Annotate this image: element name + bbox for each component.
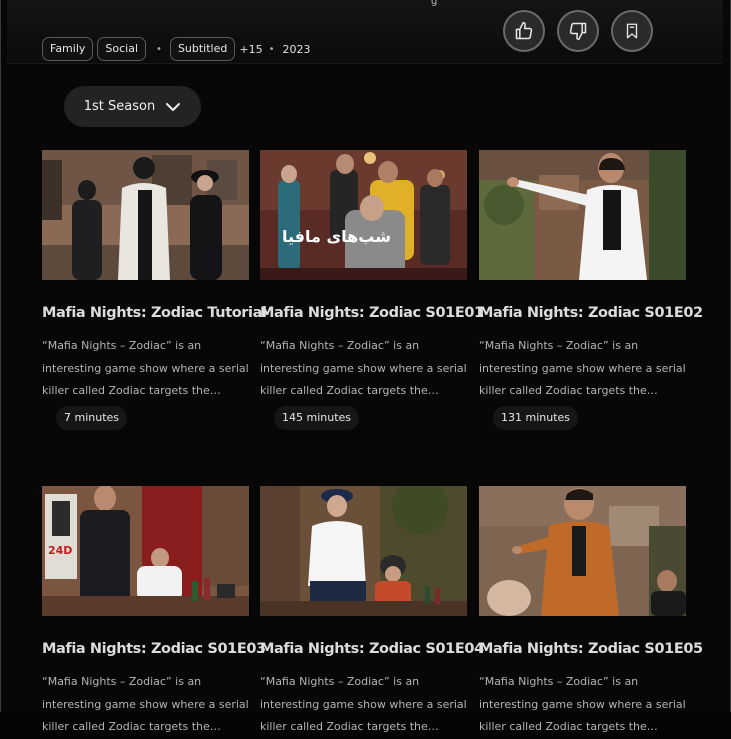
episode-thumbnail[interactable] (42, 150, 249, 280)
episode-duration: 145 minutes (274, 406, 360, 430)
release-year: 2023 (282, 42, 311, 56)
episode-thumbnail[interactable]: 24D (42, 486, 249, 616)
action-buttons (503, 10, 653, 52)
episode-card[interactable]: 24D Mafia Nights: Zodiac S01E03 “Mafia N… (42, 486, 266, 733)
thumbs-down-icon (569, 22, 587, 41)
episode-description: “Mafia Nights – Zodiac” is an interestin… (260, 339, 467, 397)
bookmark-icon (626, 23, 638, 39)
episode-title[interactable]: Mafia Nights: Zodiac Tutorial (42, 305, 267, 321)
episode-duration: 7 minutes (56, 406, 128, 430)
episode-thumbnail[interactable] (479, 486, 686, 616)
episode-description: “Mafia Nights – Zodiac” is an interestin… (42, 339, 249, 397)
episode-description: “Mafia Nights – Zodiac” is an interestin… (260, 675, 467, 733)
episode-description: “Mafia Nights – Zodiac” is an interestin… (479, 675, 686, 733)
episode-thumbnail[interactable] (260, 486, 467, 616)
episode-thumbnail[interactable]: شب‌های مافیا (260, 150, 467, 280)
page-frame: g Family Social • Subtitled +15 • 2023 1… (0, 0, 731, 733)
thumbs-up-icon (515, 21, 533, 40)
bookmark-button[interactable] (611, 10, 653, 52)
episode-duration: 131 minutes (493, 406, 579, 430)
genre-chip-family[interactable]: Family (42, 37, 94, 61)
separator-dot: • (156, 43, 162, 55)
hero-text: g (431, 0, 438, 7)
episode-title[interactable]: Mafia Nights: Zodiac S01E01 (260, 305, 484, 321)
episode-title[interactable]: Mafia Nights: Zodiac S01E05 (479, 641, 703, 657)
chevron-down-icon (166, 102, 181, 111)
episode-description: “Mafia Nights – Zodiac” is an interestin… (42, 675, 249, 733)
subtitled-badge: Subtitled (169, 37, 236, 61)
season-selector[interactable]: 1st Season (64, 86, 201, 127)
tag-row: Family Social • Subtitled +15 • 2023 (42, 37, 311, 61)
poster-title-text: شب‌های مافیا (282, 227, 391, 246)
episode-card[interactable]: Mafia Nights: Zodiac S01E04 “Mafia Night… (260, 486, 484, 733)
episode-thumbnail[interactable] (479, 150, 686, 280)
episode-title[interactable]: Mafia Nights: Zodiac S01E04 (260, 641, 484, 657)
episode-card[interactable]: Mafia Nights: Zodiac S01E05 “Mafia Night… (479, 486, 703, 733)
poster-number-text: 24D (48, 544, 72, 557)
episode-card[interactable]: Mafia Nights: Zodiac Tutorial “Mafia Nig… (42, 150, 267, 430)
separator-dot: • (268, 43, 275, 55)
age-rating: +15 (239, 42, 263, 56)
episode-title[interactable]: Mafia Nights: Zodiac S01E02 (479, 305, 703, 321)
episode-card[interactable]: شب‌های مافیا Mafia Nights: Zodiac S01E01… (260, 150, 484, 430)
genre-chip-social[interactable]: Social (97, 37, 147, 61)
episode-description: “Mafia Nights – Zodiac” is an interestin… (479, 339, 686, 397)
like-button[interactable] (503, 10, 545, 52)
dislike-button[interactable] (557, 10, 599, 52)
episode-title[interactable]: Mafia Nights: Zodiac S01E03 (42, 641, 266, 657)
episode-card[interactable]: Mafia Nights: Zodiac S01E02 “Mafia Night… (479, 150, 703, 430)
season-label: 1st Season (83, 99, 156, 114)
